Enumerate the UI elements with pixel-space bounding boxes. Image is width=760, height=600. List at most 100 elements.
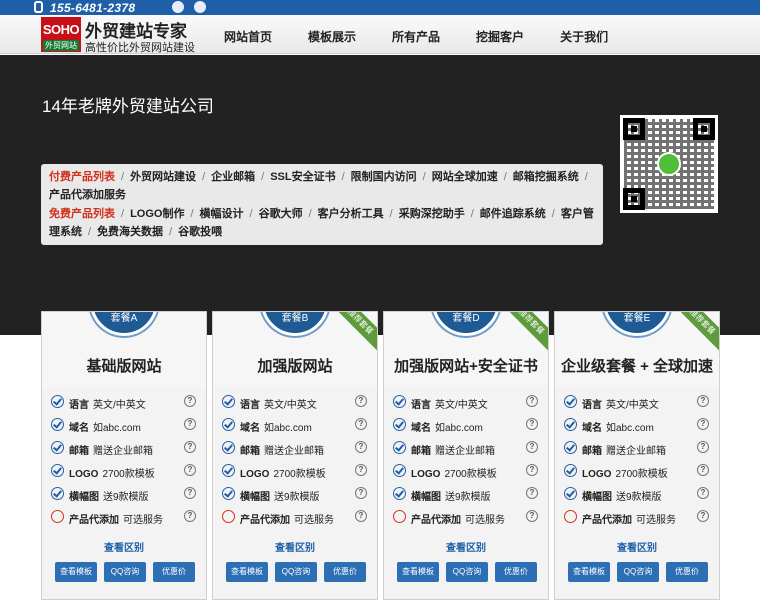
feature-value: 2700款模板 (102, 469, 155, 480)
help-icon[interactable]: ? (184, 510, 196, 522)
qq-icon[interactable] (194, 1, 206, 13)
qq-consult-button[interactable]: QQ咨询 (617, 562, 659, 582)
help-icon[interactable]: ? (697, 487, 709, 499)
help-icon[interactable]: ? (526, 510, 538, 522)
feature-row: 产品代添加 可选服务 ? (213, 507, 377, 530)
free-product-link[interactable]: 免费海关数据 (97, 226, 163, 238)
optional-icon (393, 510, 406, 523)
help-icon[interactable]: ? (184, 418, 196, 430)
feature-name: 语言 (69, 400, 89, 411)
feature-value: 2700款模板 (273, 469, 326, 480)
paid-product-link[interactable]: 限制国内访问 (351, 171, 417, 183)
paid-product-link[interactable]: 邮箱挖掘系统 (513, 171, 579, 183)
feature-row: LOGO 2700款模板 ? (384, 461, 548, 484)
compare-link[interactable]: 查看区别 (384, 539, 548, 554)
help-icon[interactable]: ? (697, 395, 709, 407)
logo-subtext: 外贸网站 (43, 40, 79, 51)
help-icon[interactable]: ? (355, 464, 367, 476)
free-product-link[interactable]: 采购深挖助手 (399, 208, 465, 220)
feature-name: LOGO (240, 469, 270, 480)
feature-value: 赠送企业邮箱 (435, 446, 495, 457)
price-badge: 2200元 套餐E (603, 312, 671, 336)
nav-templates[interactable]: 模板展示 (308, 28, 356, 45)
free-list-title[interactable]: 免费产品列表 (49, 208, 115, 220)
separator: / (551, 208, 555, 220)
paid-product-link[interactable]: SSL安全证书 (270, 171, 335, 183)
view-template-button[interactable]: 查看模板 (397, 562, 439, 582)
feature-value: 可选服务 (294, 515, 334, 526)
compare-link[interactable]: 查看区别 (213, 539, 377, 554)
help-icon[interactable]: ? (526, 464, 538, 476)
pricing-card: 880元 套餐B 推荐套餐 加强版网站 语言英文/中英文 ? 域名如abc.co… (212, 311, 378, 600)
feature-list: 语言 英文/中英文 ? 域名 如abc.com ? 邮箱 赠送企业邮箱 ? LOGO 2… (42, 392, 206, 530)
compare-link[interactable]: 查看区别 (555, 539, 719, 554)
compare-link[interactable]: 查看区别 (42, 539, 206, 554)
help-icon[interactable]: ? (697, 441, 709, 453)
free-product-link[interactable]: LOGO制作 (130, 208, 184, 220)
help-icon[interactable]: ? (184, 441, 196, 453)
feature-row: 语言 英文/中英文 ? (384, 392, 548, 415)
help-icon[interactable]: ? (355, 487, 367, 499)
paid-product-link[interactable]: 企业邮箱 (211, 171, 255, 183)
feature-name: 邮箱 (69, 446, 89, 457)
paid-product-link[interactable]: 产品代添加服务 (49, 189, 126, 201)
help-icon[interactable]: ? (355, 441, 367, 453)
help-icon[interactable]: ? (697, 418, 709, 430)
feature-row: 横幅图 送9款模版 ? (384, 484, 548, 507)
card-actions: 查看模板 QQ咨询 优惠价 (397, 562, 544, 582)
separator: / (341, 171, 345, 183)
help-icon[interactable]: ? (526, 487, 538, 499)
free-product-link[interactable]: 谷歌投喂 (178, 226, 222, 238)
discount-button[interactable]: 优惠价 (666, 562, 708, 582)
discount-button[interactable]: 优惠价 (324, 562, 366, 582)
help-icon[interactable]: ? (697, 510, 709, 522)
discount-button[interactable]: 优惠价 (153, 562, 195, 582)
feature-label: 语言 英文/中英文 (411, 396, 488, 411)
paid-product-link[interactable]: 网站全球加速 (432, 171, 498, 183)
free-product-link[interactable]: 客户分析工具 (318, 208, 384, 220)
free-product-link[interactable]: 邮件追踪系统 (480, 208, 546, 220)
help-icon[interactable]: ? (697, 464, 709, 476)
feature-label: 横幅图 送9款模版 (411, 488, 491, 503)
help-icon[interactable]: ? (526, 418, 538, 430)
feature-row: 语言 英文/中英文 ? (555, 392, 719, 415)
qq-consult-button[interactable]: QQ咨询 (275, 562, 317, 582)
separator: / (470, 208, 474, 220)
card-header: 880元 套餐B 推荐套餐 加强版网站 (213, 312, 377, 387)
nav-home[interactable]: 网站首页 (224, 28, 272, 45)
help-icon[interactable]: ? (526, 395, 538, 407)
nav-customers[interactable]: 挖掘客户 (476, 28, 524, 45)
view-template-button[interactable]: 查看模板 (568, 562, 610, 582)
phone-number[interactable]: 155-6481-2378 (50, 1, 135, 15)
view-template-button[interactable]: 查看模板 (55, 562, 97, 582)
card-header: 2200元 套餐E 推荐套餐 企业级套餐 + 全球加速 (555, 312, 719, 387)
qq-consult-button[interactable]: QQ咨询 (446, 562, 488, 582)
free-product-link[interactable]: 横幅设计 (200, 208, 244, 220)
help-icon[interactable]: ? (526, 441, 538, 453)
feature-value: 英文/中英文 (435, 400, 488, 411)
check-icon (393, 441, 406, 454)
free-product-link[interactable]: 谷歌大师 (259, 208, 303, 220)
help-icon[interactable]: ? (184, 464, 196, 476)
qq-consult-button[interactable]: QQ咨询 (104, 562, 146, 582)
pricing-card: 680元 套餐A 基础版网站 语言英文/中英文 ? 域名如abc.com ? 邮… (41, 311, 207, 600)
feature-row: 域名 如abc.com ? (42, 415, 206, 438)
help-icon[interactable]: ? (355, 395, 367, 407)
view-template-button[interactable]: 查看模板 (226, 562, 268, 582)
paid-list-title[interactable]: 付费产品列表 (49, 171, 115, 183)
nav-products[interactable]: 所有产品 (392, 28, 440, 45)
wechat-icon[interactable] (172, 1, 184, 13)
help-icon[interactable]: ? (184, 487, 196, 499)
feature-label: 邮箱 赠送企业邮箱 (411, 442, 495, 457)
paid-product-link[interactable]: 外贸网站建设 (130, 171, 196, 183)
nav-about[interactable]: 关于我们 (560, 28, 608, 45)
discount-button[interactable]: 优惠价 (495, 562, 537, 582)
help-icon[interactable]: ? (355, 510, 367, 522)
card-title: 基础版网站 (86, 358, 162, 375)
feature-row: 横幅图 送9款模版 ? (42, 484, 206, 507)
logo-text: SOHO (42, 22, 80, 37)
logo[interactable]: SOHO 外贸网站 (41, 17, 81, 52)
help-icon[interactable]: ? (355, 418, 367, 430)
help-icon[interactable]: ? (184, 395, 196, 407)
feature-list: 语言 英文/中英文 ? 域名 如abc.com ? 邮箱 赠送企业邮箱 ? LOGO 2… (213, 392, 377, 530)
